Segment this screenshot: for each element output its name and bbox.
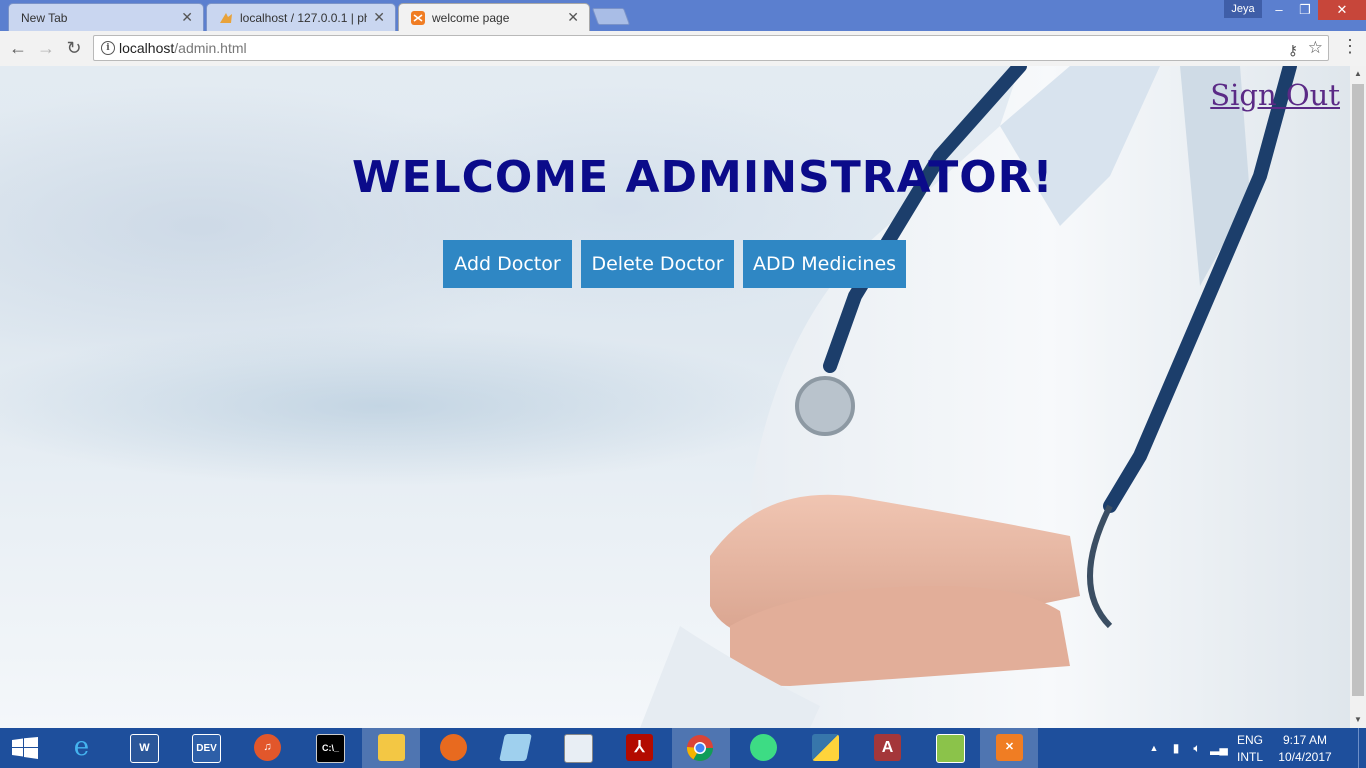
acrobat-icon: ⅄ xyxy=(626,734,653,761)
scroll-down-icon[interactable]: ▼ xyxy=(1350,712,1366,728)
windows-taskbar: e W DEV ♫ C:\_ ⅄ A ✕ ▲ ▮ 🔈︎ ▂▄ ENG INTL … xyxy=(0,728,1366,768)
page-scrollbar[interactable]: ▲ ▼ xyxy=(1350,66,1366,728)
taskbar-command-prompt[interactable]: C:\_ xyxy=(300,728,358,768)
maximize-icon[interactable]: ❐ xyxy=(1292,0,1318,20)
menu-dots-icon[interactable]: ⋮ xyxy=(1341,36,1359,60)
clock-date: 10/4/2017 xyxy=(1278,750,1332,764)
access-icon: A xyxy=(874,734,901,761)
dev-cpp-icon: DEV xyxy=(192,734,221,763)
close-icon[interactable]: ✕ xyxy=(373,9,385,26)
browser-toolbar: ← → ↻ i localhost/admin.html ⚷ ☆ ⋮ xyxy=(0,31,1366,67)
key-icon[interactable]: ⚷ xyxy=(1288,38,1298,62)
close-icon[interactable]: ✕ xyxy=(567,9,579,26)
taskbar-access[interactable]: A xyxy=(858,728,916,768)
close-window-icon[interactable]: ✕ xyxy=(1318,0,1366,20)
tab-phpmyadmin[interactable]: localhost / 127.0.0.1 | phpMyAdmin ✕ xyxy=(206,3,396,31)
profile-badge[interactable]: Jeya xyxy=(1224,0,1262,18)
taskbar-chrome[interactable] xyxy=(672,728,730,768)
browser-title-bar: New Tab ✕ localhost / 127.0.0.1 | phpMyA… xyxy=(0,0,1366,31)
taskbar-android-studio[interactable] xyxy=(734,728,792,768)
page-title: WELCOME ADMINSTRATOR! xyxy=(352,152,1054,203)
tab-label: localhost / 127.0.0.1 | phpMyAdmin xyxy=(240,10,368,25)
url-host: localhost xyxy=(119,40,175,56)
show-hidden-icons-icon[interactable]: ▲ xyxy=(1146,728,1162,768)
taskbar-notepad[interactable] xyxy=(486,728,544,768)
system-tray: ▲ ▮ 🔈︎ ▂▄ ENG INTL 9:17 AM 10/4/2017 xyxy=(1146,728,1366,768)
start-button[interactable] xyxy=(0,728,58,768)
tab-label: New Tab xyxy=(21,10,68,25)
clock-time: 9:17 AM xyxy=(1282,733,1328,747)
xampp-favicon-icon xyxy=(411,10,425,25)
taskbar-dev-cpp[interactable]: DEV xyxy=(176,728,234,768)
close-icon[interactable]: ✕ xyxy=(181,9,193,26)
network-signal-icon[interactable]: ▂▄ xyxy=(1210,728,1228,768)
scroll-up-icon[interactable]: ▲ xyxy=(1350,66,1366,82)
phpmyadmin-favicon-icon xyxy=(219,11,233,25)
bookmark-star-icon[interactable]: ☆ xyxy=(1308,36,1323,60)
taskbar-firefox[interactable] xyxy=(424,728,482,768)
clock[interactable]: 9:17 AM 10/4/2017 xyxy=(1272,728,1338,768)
sign-out-link[interactable]: Sign Out xyxy=(1210,78,1340,112)
minimize-icon[interactable]: ‒ xyxy=(1266,0,1292,20)
file-explorer-icon xyxy=(378,734,405,761)
taskbar-python[interactable] xyxy=(796,728,854,768)
tab-welcome-page[interactable]: welcome page ✕ xyxy=(398,3,590,31)
firefox-icon xyxy=(440,734,467,761)
show-desktop-button[interactable] xyxy=(1358,728,1366,768)
page-viewport: Sign Out WELCOME ADMINSTRATOR! Add Docto… xyxy=(0,66,1350,728)
add-medicines-button[interactable]: ADD Medicines xyxy=(743,240,906,288)
address-bar[interactable]: i localhost/admin.html ⚷ ☆ xyxy=(93,35,1329,61)
notepad-plus-plus-icon xyxy=(936,734,965,763)
start-icon xyxy=(12,737,38,759)
battery-icon[interactable]: ▮ xyxy=(1168,728,1184,768)
command-prompt-icon: C:\_ xyxy=(316,734,345,763)
forward-arrow-icon[interactable]: → xyxy=(34,37,58,59)
reload-icon[interactable]: ↻ xyxy=(62,37,86,59)
volume-icon[interactable]: 🔈︎ xyxy=(1188,728,1206,768)
taskbar-notepad-plus-plus[interactable] xyxy=(920,728,978,768)
notepad-icon xyxy=(499,734,532,761)
keyboard-layout: INTL xyxy=(1236,750,1263,764)
taskbar-word[interactable]: W xyxy=(114,728,172,768)
delete-doctor-button[interactable]: Delete Doctor xyxy=(581,240,734,288)
document-viewer-icon xyxy=(564,734,593,763)
tab-new-tab[interactable]: New Tab ✕ xyxy=(8,3,204,31)
new-tab-button[interactable] xyxy=(591,8,631,25)
taskbar-xampp[interactable]: ✕ xyxy=(980,728,1038,768)
xampp-icon: ✕ xyxy=(996,734,1023,761)
taskbar-file-explorer[interactable] xyxy=(362,728,420,768)
add-doctor-button[interactable]: Add Doctor xyxy=(443,240,572,288)
info-icon[interactable]: i xyxy=(101,41,115,55)
language-indicator[interactable]: ENG INTL xyxy=(1234,728,1266,768)
taskbar-internet-explorer[interactable]: e xyxy=(52,728,110,768)
tab-label: welcome page xyxy=(432,10,510,25)
chrome-icon xyxy=(686,735,714,762)
taskbar-document-viewer[interactable] xyxy=(548,728,606,768)
android-studio-icon xyxy=(750,734,777,761)
python-icon xyxy=(812,734,839,761)
language-code: ENG xyxy=(1236,733,1263,747)
internet-explorer-icon: e xyxy=(73,732,90,762)
scroll-thumb[interactable] xyxy=(1352,84,1364,696)
taskbar-headphones-app[interactable]: ♫ xyxy=(238,728,296,768)
taskbar-acrobat[interactable]: ⅄ xyxy=(610,728,668,768)
url-path: /admin.html xyxy=(174,40,247,56)
back-arrow-icon[interactable]: ← xyxy=(6,37,30,59)
headphones-app-icon: ♫ xyxy=(254,734,281,761)
word-icon: W xyxy=(130,734,159,763)
